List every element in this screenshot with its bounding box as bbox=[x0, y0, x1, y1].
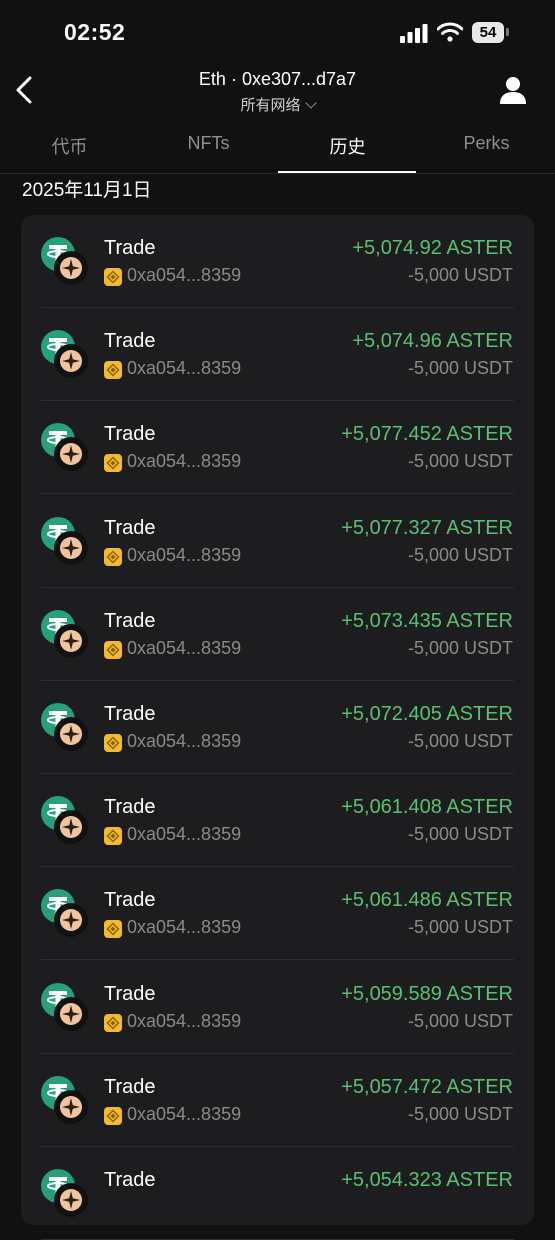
bnb-chain-icon bbox=[104, 268, 122, 286]
network-label: 所有网络 bbox=[240, 97, 301, 114]
bnb-chain-icon bbox=[104, 920, 122, 939]
counterparty-address: 0xa054...8359 bbox=[127, 265, 242, 285]
sent-amount: -5,000 USDT bbox=[407, 917, 513, 938]
received-amount: +5,077.452 ASTER bbox=[341, 423, 513, 446]
bnb-chain-icon bbox=[104, 1106, 122, 1125]
profile-button[interactable] bbox=[497, 74, 529, 106]
title-separator: · bbox=[230, 69, 237, 89]
received-amount: +5,057.472 ASTER bbox=[341, 1075, 513, 1098]
counterparty-address: 0xa054...8359 bbox=[127, 824, 242, 845]
wallet-title: Eth · 0xe307...d7a7 bbox=[0, 69, 555, 90]
chevron-down-icon bbox=[304, 97, 317, 109]
counterparty-address: 0xa054...8359 bbox=[127, 1010, 242, 1031]
aster-icon bbox=[54, 1183, 88, 1217]
wallet-header: Eth · 0xe307...d7a7 所有网络 bbox=[0, 66, 555, 122]
transaction-row[interactable]: Trade 0xa054...8359 +5,074.92 ASTER -5,0… bbox=[21, 215, 534, 308]
sent-amount: -5,000 USDT bbox=[407, 637, 513, 658]
battery-icon: 54 bbox=[472, 22, 510, 43]
received-amount: +5,072.405 ASTER bbox=[341, 703, 513, 725]
bnb-chain-icon bbox=[104, 734, 122, 752]
sent-amount: -5,000 USDT bbox=[407, 265, 513, 285]
counterparty-address: 0xa054...8359 bbox=[127, 917, 242, 938]
sent-amount: -5,000 USDT bbox=[407, 451, 513, 472]
counterparty-address: 0xa054...8359 bbox=[127, 358, 242, 379]
wallet-token-name: Eth bbox=[198, 69, 226, 89]
counterparty-address: 0xa054...8359 bbox=[127, 637, 242, 658]
tab-tokens[interactable]: 代币 bbox=[0, 133, 139, 159]
sent-amount: -5,000 USDT bbox=[407, 358, 513, 379]
aster-icon bbox=[54, 996, 88, 1031]
aster-icon bbox=[54, 437, 88, 472]
transaction-type: Trade bbox=[104, 609, 156, 632]
transaction-row[interactable]: Trade 0xa054...8359 +5,077.452 ASTER -5,… bbox=[21, 401, 534, 495]
transaction-type: Trade bbox=[104, 237, 156, 259]
received-amount: +5,054.323 ASTER bbox=[341, 1169, 513, 1191]
counterparty-address: 0xa054...8359 bbox=[127, 451, 242, 472]
aster-icon bbox=[54, 251, 88, 285]
received-amount: +5,074.92 ASTER bbox=[352, 237, 513, 259]
wifi-icon bbox=[437, 22, 463, 42]
battery-level: 54 bbox=[472, 22, 504, 43]
transaction-type: Trade bbox=[104, 982, 156, 1005]
transaction-row[interactable]: Trade 0xa054...8359 +5,061.408 ASTER -5,… bbox=[21, 774, 534, 868]
transaction-row[interactable]: Trade 0xa054...8359 +5,072.405 ASTER -5,… bbox=[21, 681, 534, 774]
bnb-chain-icon bbox=[104, 454, 122, 473]
bnb-chain-icon bbox=[104, 640, 122, 659]
cellular-signal-icon bbox=[400, 24, 428, 43]
transaction-type: Trade bbox=[104, 796, 156, 819]
transaction-row[interactable]: Trade 0xa054...8359 +5,059.589 ASTER -5,… bbox=[21, 961, 534, 1054]
counterparty-address: 0xa054...8359 bbox=[127, 544, 242, 565]
transaction-row[interactable]: Trade 0xa054...8359 +5,057.472 ASTER -5,… bbox=[21, 1054, 534, 1147]
aster-icon bbox=[54, 717, 88, 751]
aster-icon bbox=[54, 810, 88, 845]
transaction-type: Trade bbox=[104, 516, 156, 539]
tab-perks[interactable]: Perks bbox=[417, 133, 555, 154]
bnb-chain-icon bbox=[104, 361, 122, 380]
bnb-chain-icon bbox=[104, 827, 122, 846]
aster-icon bbox=[54, 1089, 88, 1124]
transaction-row[interactable]: Trade 0xa054...8359 +5,061.486 ASTER -5,… bbox=[21, 867, 534, 961]
received-amount: +5,074.96 ASTER bbox=[352, 330, 513, 353]
date-heading: 2025年11月1日 bbox=[22, 180, 152, 201]
sent-amount: -5,000 USDT bbox=[407, 731, 513, 751]
network-selector[interactable]: 所有网络 bbox=[0, 94, 555, 115]
aster-icon bbox=[54, 530, 88, 565]
tab-nfts[interactable]: NFTs bbox=[139, 133, 278, 154]
wallet-address: 0xe307...d7a7 bbox=[241, 69, 357, 89]
aster-icon bbox=[54, 623, 88, 658]
received-amount: +5,061.486 ASTER bbox=[341, 889, 513, 912]
received-amount: +5,061.408 ASTER bbox=[341, 796, 513, 819]
status-time: 02:52 bbox=[64, 19, 126, 45]
counterparty-address: 0xa054...8359 bbox=[127, 731, 242, 751]
transaction-list: Trade 0xa054...8359 +5,074.92 ASTER -5,0… bbox=[21, 215, 534, 1240]
received-amount: +5,073.435 ASTER bbox=[341, 609, 513, 632]
bnb-chain-icon bbox=[104, 1013, 122, 1032]
sent-amount: -5,000 USDT bbox=[407, 1103, 513, 1124]
transaction-row[interactable]: Trade +5,054.323 ASTER bbox=[21, 1147, 534, 1240]
sent-amount: -5,000 USDT bbox=[407, 544, 513, 565]
received-amount: +5,059.589 ASTER bbox=[341, 982, 513, 1005]
sent-amount: -5,000 USDT bbox=[407, 1010, 513, 1031]
sent-amount: -5,000 USDT bbox=[407, 824, 513, 845]
status-bar: 02:52 54 bbox=[0, 0, 555, 66]
tab-bar: 代币 NFTs 历史 Perks bbox=[0, 123, 555, 173]
counterparty-address: 0xa054...8359 bbox=[127, 1103, 242, 1124]
transaction-type: Trade bbox=[104, 1075, 156, 1098]
tabs-divider bbox=[0, 173, 555, 174]
transaction-type: Trade bbox=[104, 889, 156, 912]
aster-icon bbox=[54, 344, 88, 379]
transaction-type: Trade bbox=[104, 330, 156, 353]
transaction-type: Trade bbox=[104, 423, 156, 446]
transaction-row[interactable]: Trade 0xa054...8359 +5,077.327 ASTER -5,… bbox=[21, 495, 534, 588]
bnb-chain-icon bbox=[104, 547, 122, 566]
tab-history[interactable]: 历史 bbox=[278, 133, 417, 159]
transaction-row[interactable]: Trade 0xa054...8359 +5,073.435 ASTER -5,… bbox=[21, 588, 534, 681]
battery-tip bbox=[506, 28, 509, 36]
transaction-row[interactable]: Trade 0xa054...8359 +5,074.96 ASTER -5,0… bbox=[21, 308, 534, 402]
transaction-type: Trade bbox=[104, 703, 156, 725]
aster-icon bbox=[54, 903, 88, 938]
received-amount: +5,077.327 ASTER bbox=[341, 516, 513, 539]
transaction-type: Trade bbox=[104, 1169, 156, 1191]
